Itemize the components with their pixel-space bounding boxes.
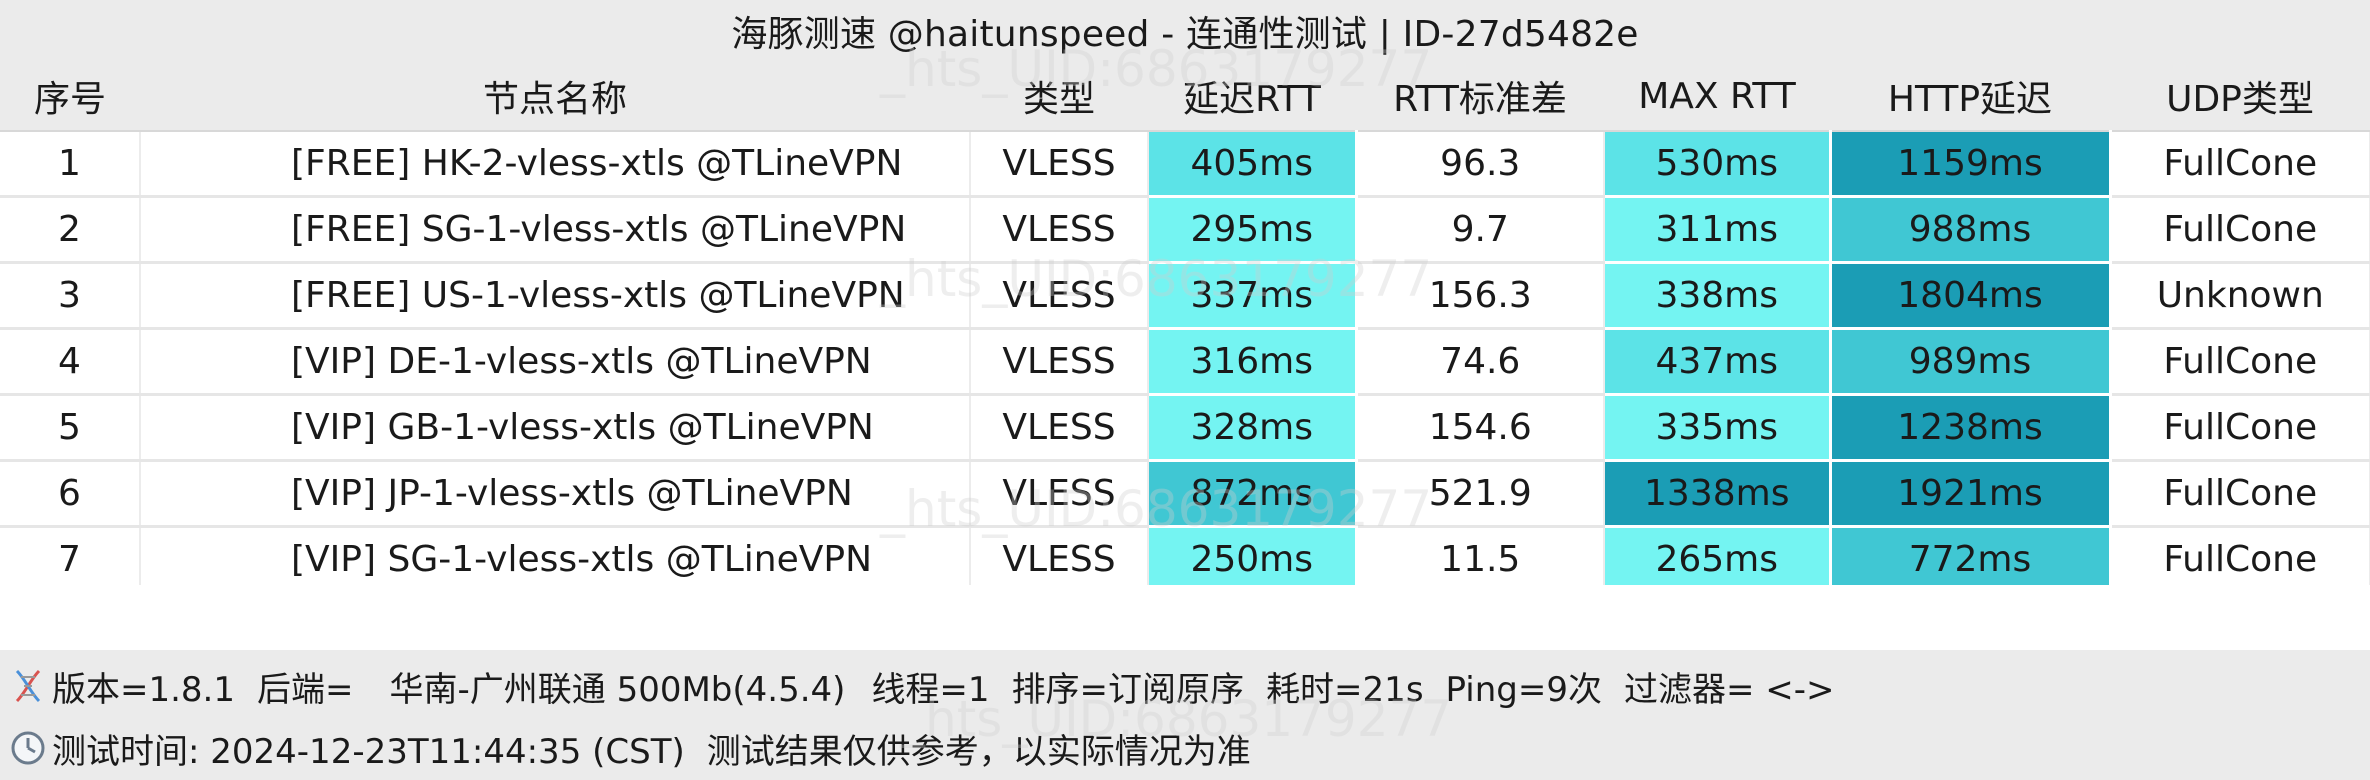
column-header-rtt[interactable]: 延迟RTT bbox=[1148, 62, 1356, 132]
udp-type-cell: FullCone bbox=[2110, 460, 2370, 528]
rtt-cell: 316ms bbox=[1148, 328, 1358, 396]
rtt-cell: 337ms bbox=[1148, 262, 1358, 330]
udp-type-cell: FullCone bbox=[2110, 196, 2370, 264]
row-index: 3 bbox=[0, 262, 141, 330]
clock-icon bbox=[8, 728, 48, 768]
footer-duration: 耗时=21s bbox=[1266, 669, 1424, 710]
footer-ping: Ping=9次 bbox=[1445, 669, 1602, 710]
node-type: VLESS bbox=[970, 526, 1149, 594]
node-type: VLESS bbox=[970, 262, 1149, 330]
column-header-max-rtt[interactable]: MAX RTT bbox=[1604, 62, 1830, 132]
udp-type-cell: FullCone bbox=[2110, 394, 2370, 462]
footer-time-line: 测试时间: 2024-12-23T11:44:35 (CST) 测试结果仅供参考… bbox=[8, 718, 1251, 778]
rtt-cell: 328ms bbox=[1148, 394, 1358, 462]
footer-disclaimer: 测试结果仅供参考，以实际情况为准 bbox=[706, 731, 1251, 772]
node-type: VLESS bbox=[970, 196, 1149, 264]
column-header-http-delay[interactable]: HTTP延迟 bbox=[1830, 62, 2110, 132]
node-name: [FREE] SG-1-vless-xtls @TLineVPN bbox=[140, 196, 971, 264]
row-index: 1 bbox=[0, 131, 141, 198]
http-delay-cell: 989ms bbox=[1830, 328, 2112, 396]
footer-threads: 线程=1 bbox=[871, 669, 990, 710]
node-name: [VIP] SG-1-vless-xtls @TLineVPN bbox=[140, 526, 971, 594]
node-name: [FREE] HK-2-vless-xtls @TLineVPN bbox=[140, 131, 971, 198]
rtt-std-cell: 11.5 bbox=[1356, 526, 1605, 594]
footer-test-time: 测试时间: 2024-12-23T11:44:35 (CST) bbox=[52, 731, 685, 772]
udp-type-cell: FullCone bbox=[2110, 526, 2370, 594]
http-delay-cell: 772ms bbox=[1830, 526, 2112, 594]
rtt-std-cell: 521.9 bbox=[1356, 460, 1605, 528]
table-row[interactable]: 6 [VIP] JP-1-vless-xtls @TLineVPN VLESS 872… bbox=[0, 460, 2370, 528]
node-type: VLESS bbox=[970, 460, 1149, 528]
node-name: [VIP] GB-1-vless-xtls @TLineVPN bbox=[140, 394, 971, 462]
footer-backend-value: 华南-广州联通 500Mb(4.5.4) bbox=[389, 669, 846, 710]
node-name: [VIP] JP-1-vless-xtls @TLineVPN bbox=[140, 460, 971, 528]
row-index: 4 bbox=[0, 328, 141, 396]
footer-info-line: 版本=1.8.1 后端= 华南-广州联通 500Mb(4.5.4) 线程=1 排… bbox=[8, 656, 1835, 716]
http-delay-cell: 988ms bbox=[1830, 196, 2112, 264]
title-bar: 海豚测速 @haitunspeed - 连通性测试 | ID-27d5482e bbox=[0, 0, 2370, 62]
max-rtt-cell: 1338ms bbox=[1604, 460, 1832, 528]
rtt-cell: 295ms bbox=[1148, 196, 1358, 264]
http-delay-cell: 1159ms bbox=[1830, 131, 2112, 198]
table-row[interactable]: 2 [FREE] SG-1-vless-xtls @TLineVPN VLESS 29… bbox=[0, 196, 2370, 264]
max-rtt-cell: 530ms bbox=[1604, 131, 1832, 198]
http-delay-cell: 1921ms bbox=[1830, 460, 2112, 528]
footer-filter: 过滤器= <-> bbox=[1623, 669, 1835, 710]
column-header-name[interactable]: 节点名称 bbox=[140, 62, 970, 132]
node-type: VLESS bbox=[970, 328, 1149, 396]
udp-type-cell: Unknown bbox=[2110, 262, 2370, 330]
node-type: VLESS bbox=[970, 394, 1149, 462]
rtt-std-cell: 96.3 bbox=[1356, 131, 1605, 198]
table-header-row: 序号 节点名称 类型 延迟RTT RTT标准差 MAX RTT HTTP延迟 U… bbox=[0, 62, 2370, 132]
column-header-type[interactable]: 类型 bbox=[970, 62, 1148, 132]
footer-backend: 后端= bbox=[257, 669, 354, 710]
column-header-udp-type[interactable]: UDP类型 bbox=[2110, 62, 2370, 132]
max-rtt-cell: 265ms bbox=[1604, 526, 1832, 594]
http-delay-cell: 1238ms bbox=[1830, 394, 2112, 462]
node-name: [FREE] US-1-vless-xtls @TLineVPN bbox=[140, 262, 971, 330]
max-rtt-cell: 311ms bbox=[1604, 196, 1832, 264]
row-index: 5 bbox=[0, 394, 141, 462]
page-title: 海豚测速 @haitunspeed - 连通性测试 | ID-27d5482e bbox=[731, 14, 1639, 55]
rtt-cell: 872ms bbox=[1148, 460, 1358, 528]
table-row[interactable]: 1 [FREE] HK-2-vless-xtls @TLineVPN VLESS 40… bbox=[0, 131, 2370, 198]
table-row[interactable]: 3 [FREE] US-1-vless-xtls @TLineVPN VLESS 33… bbox=[0, 262, 2370, 330]
rtt-std-cell: 9.7 bbox=[1356, 196, 1605, 264]
rtt-cell: 405ms bbox=[1148, 131, 1358, 198]
footer-version: 版本=1.8.1 bbox=[52, 669, 235, 710]
max-rtt-cell: 338ms bbox=[1604, 262, 1832, 330]
http-delay-cell: 1804ms bbox=[1830, 262, 2112, 330]
table-body: 1 [FREE] HK-2-vless-xtls @TLineVPN VLESS 40… bbox=[0, 131, 2370, 594]
column-header-index[interactable]: 序号 bbox=[0, 62, 140, 132]
rtt-std-cell: 156.3 bbox=[1356, 262, 1605, 330]
table-empty-area bbox=[0, 585, 2370, 650]
table-row[interactable]: 7 [VIP] SG-1-vless-xtls @TLineVPN VLESS 250… bbox=[0, 526, 2370, 594]
row-index: 2 bbox=[0, 196, 141, 264]
max-rtt-cell: 437ms bbox=[1604, 328, 1832, 396]
footer-sort: 排序=订阅原序 bbox=[1011, 669, 1245, 710]
footer: 版本=1.8.1 后端= 华南-广州联通 500Mb(4.5.4) 线程=1 排… bbox=[0, 650, 2370, 780]
table-row[interactable]: 5 [VIP] GB-1-vless-xtls @TLineVPN VLESS 328… bbox=[0, 394, 2370, 462]
row-index: 6 bbox=[0, 460, 141, 528]
max-rtt-cell: 335ms bbox=[1604, 394, 1832, 462]
dna-icon bbox=[8, 666, 48, 706]
rtt-cell: 250ms bbox=[1148, 526, 1358, 594]
rtt-std-cell: 74.6 bbox=[1356, 328, 1605, 396]
results-table: 序号 节点名称 类型 延迟RTT RTT标准差 MAX RTT HTTP延迟 U… bbox=[0, 62, 2370, 594]
rtt-std-cell: 154.6 bbox=[1356, 394, 1605, 462]
table-row[interactable]: 4 [VIP] DE-1-vless-xtls @TLineVPN VLESS 316… bbox=[0, 328, 2370, 396]
row-index: 7 bbox=[0, 526, 141, 594]
node-type: VLESS bbox=[970, 131, 1149, 198]
udp-type-cell: FullCone bbox=[2110, 131, 2370, 198]
column-header-rtt-std[interactable]: RTT标准差 bbox=[1356, 62, 1604, 132]
udp-type-cell: FullCone bbox=[2110, 328, 2370, 396]
node-name: [VIP] DE-1-vless-xtls @TLineVPN bbox=[140, 328, 971, 396]
